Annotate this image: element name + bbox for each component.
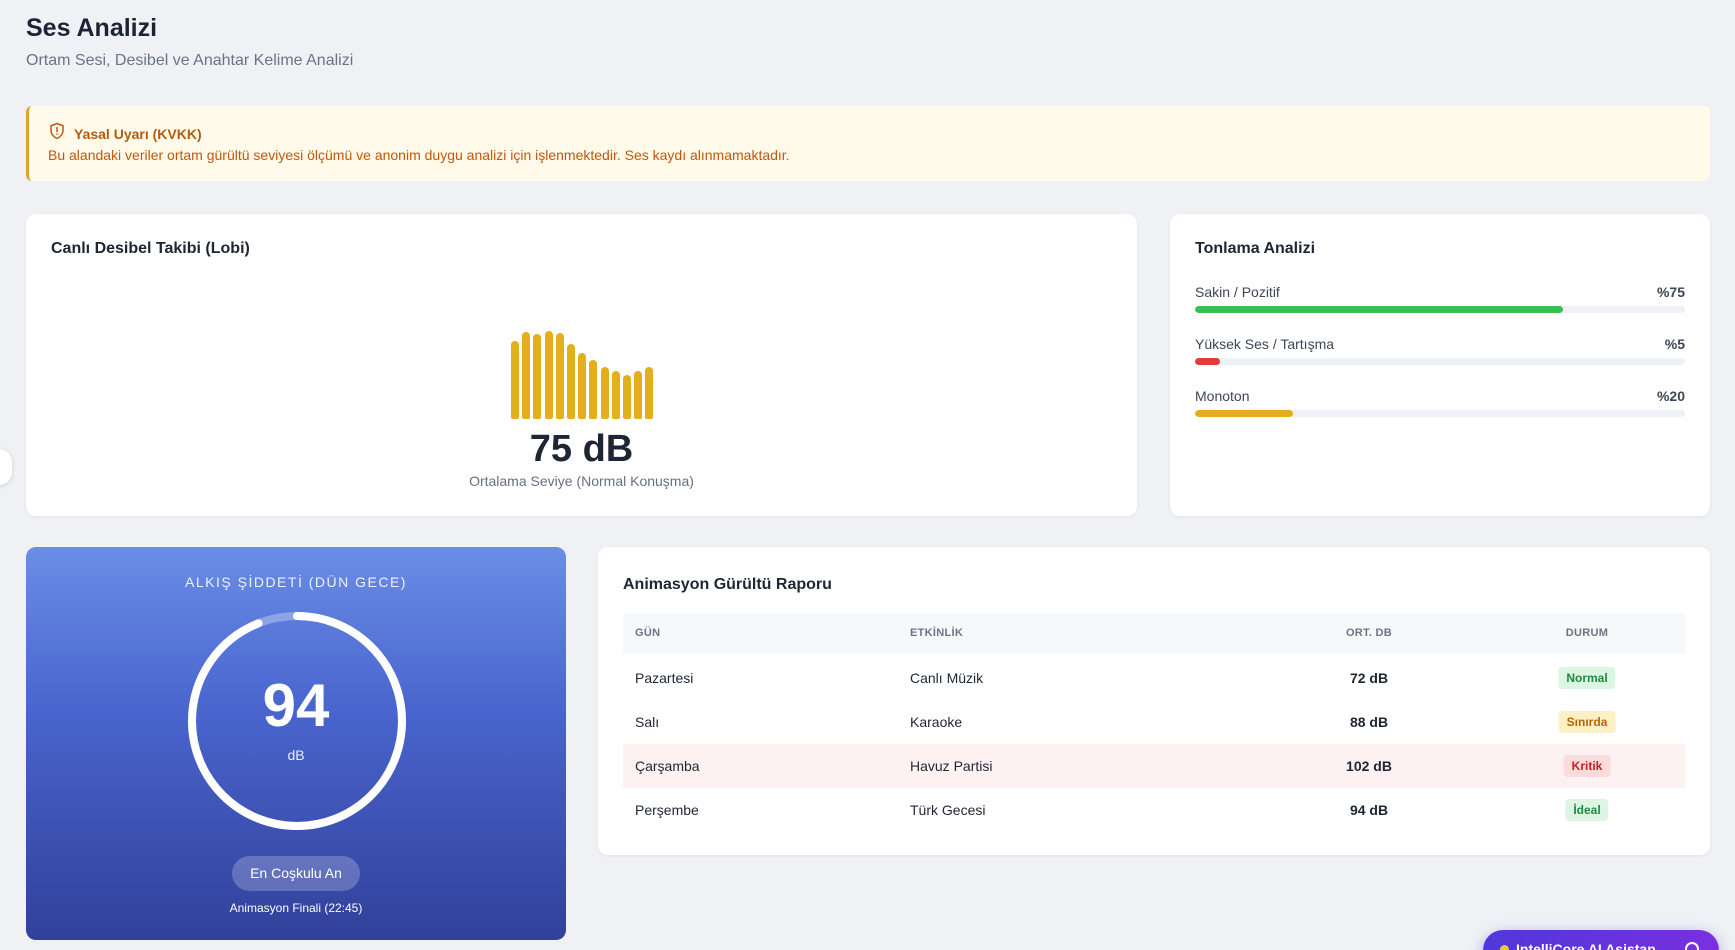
noise-report-card: Animasyon Gürültü Raporu GÜN ETKİNLİK OR… — [598, 547, 1710, 855]
tone-progress-track — [1195, 306, 1685, 313]
cell-day: Çarşamba — [635, 758, 700, 774]
kvkk-alert: Yasal Uyarı (KVKK) Bu alandaki veriler o… — [26, 106, 1710, 181]
status-badge: İdeal — [1565, 799, 1609, 821]
equalizer-bar — [567, 344, 575, 419]
cell-day: Salı — [635, 714, 660, 730]
cell-event: Türk Gecesi — [910, 802, 986, 818]
applause-value: 94 — [262, 672, 330, 739]
equalizer-bar — [578, 353, 587, 419]
equalizer-bar — [645, 367, 654, 419]
tone-label: Monoton — [1195, 388, 1250, 404]
equalizer-bar — [511, 341, 519, 419]
live-decibel-title: Canlı Desibel Takibi (Lobi) — [51, 240, 250, 257]
tone-value: %75 — [1656, 284, 1685, 300]
equalizer-bar — [611, 371, 620, 419]
equalizer-bar — [623, 375, 631, 419]
equalizer-bar — [589, 360, 598, 419]
tone-analysis-card: Tonlama Analizi Sakin / Pozitif %75 Yüks… — [1170, 214, 1710, 516]
column-header-event: ETKİNLİK — [910, 627, 964, 639]
tone-analysis-title: Tonlama Analizi — [1195, 240, 1316, 257]
tone-progress-fill — [1195, 358, 1220, 365]
peak-moment-detail: Animasyon Finali (22:45) — [229, 901, 363, 915]
tone-value: %20 — [1656, 388, 1685, 404]
tone-progress-track — [1195, 410, 1685, 417]
column-header-status: DURUM — [1565, 627, 1609, 639]
table-row: Çarşamba Havuz Partisi 102 dB Kritik — [623, 744, 1685, 788]
applause-intensity-card: ALKIŞ ŞİDDETİ (DÜN GECE) 94 dB En Coşkul… — [26, 547, 566, 940]
decibel-caption: Ortalama Seviye (Normal Konuşma) — [469, 473, 694, 489]
equalizer-bar — [522, 332, 531, 419]
page-subtitle: Ortam Sesi, Desibel ve Anahtar Kelime An… — [26, 52, 354, 69]
cell-avg-db: 102 dB — [1346, 758, 1392, 774]
tone-progress-track — [1195, 358, 1685, 365]
cell-event: Canlı Müzik — [910, 670, 984, 686]
tone-label: Yüksek Ses / Tartışma — [1195, 336, 1335, 352]
cell-day: Pazartesi — [635, 670, 694, 686]
decibel-equalizer — [511, 327, 661, 419]
applause-unit: dB — [287, 747, 305, 763]
live-decibel-card: Canlı Desibel Takibi (Lobi) 75 dB Ortala… — [26, 214, 1137, 516]
table-header: GÜN ETKİNLİK ORT. DB DURUM — [623, 613, 1685, 654]
table-row: Salı Karaoke 88 dB Sınırda — [623, 700, 1685, 744]
column-header-day: GÜN — [635, 627, 661, 639]
cell-day: Perşembe — [635, 802, 699, 818]
tone-progress-fill — [1195, 410, 1293, 417]
cell-event: Karaoke — [910, 714, 963, 730]
applause-title: ALKIŞ ŞİDDETİ (DÜN GECE) — [185, 574, 407, 590]
cell-event: Havuz Partisi — [910, 758, 993, 774]
ai-assistant-label: IntelliCore AI Asistan — [1516, 941, 1656, 950]
table-row: Pazartesi Canlı Müzik 72 dB Normal — [623, 656, 1685, 700]
alert-title: Yasal Uyarı (KVKK) — [74, 125, 202, 142]
ai-assistant-button[interactable]: IntelliCore AI Asistan — [1483, 930, 1719, 950]
equalizer-bar — [533, 334, 542, 419]
table-row: Perşembe Türk Gecesi 94 dB İdeal — [623, 788, 1685, 832]
status-badge: Kritik — [1563, 755, 1611, 777]
decibel-value: 75 dB — [529, 428, 634, 470]
peak-moment-badge: En Coşkulu An — [232, 856, 360, 891]
tone-progress-fill — [1195, 306, 1563, 313]
shield-alert-icon — [48, 122, 66, 145]
status-badge: Normal — [1558, 667, 1616, 689]
equalizer-bar — [544, 331, 553, 419]
sidebar-toggle-handle[interactable] — [0, 449, 12, 485]
status-dot-icon — [1500, 945, 1509, 950]
equalizer-bar — [600, 367, 609, 419]
column-header-avg-db: ORT. DB — [1345, 627, 1393, 639]
cell-avg-db: 72 dB — [1349, 670, 1389, 686]
cell-avg-db: 94 dB — [1349, 802, 1389, 818]
page-title: Ses Analizi — [26, 14, 158, 42]
equalizer-bar — [634, 371, 643, 419]
tone-label: Sakin / Pozitif — [1195, 284, 1280, 300]
status-badge: Sınırda — [1558, 711, 1616, 733]
alert-text: Bu alandaki veriler ortam gürültü seviye… — [48, 147, 790, 163]
tone-value: %5 — [1664, 336, 1685, 352]
chat-icon — [1685, 942, 1699, 950]
noise-report-title: Animasyon Gürültü Raporu — [623, 576, 832, 593]
equalizer-bar — [555, 333, 564, 419]
cell-avg-db: 88 dB — [1349, 714, 1389, 730]
